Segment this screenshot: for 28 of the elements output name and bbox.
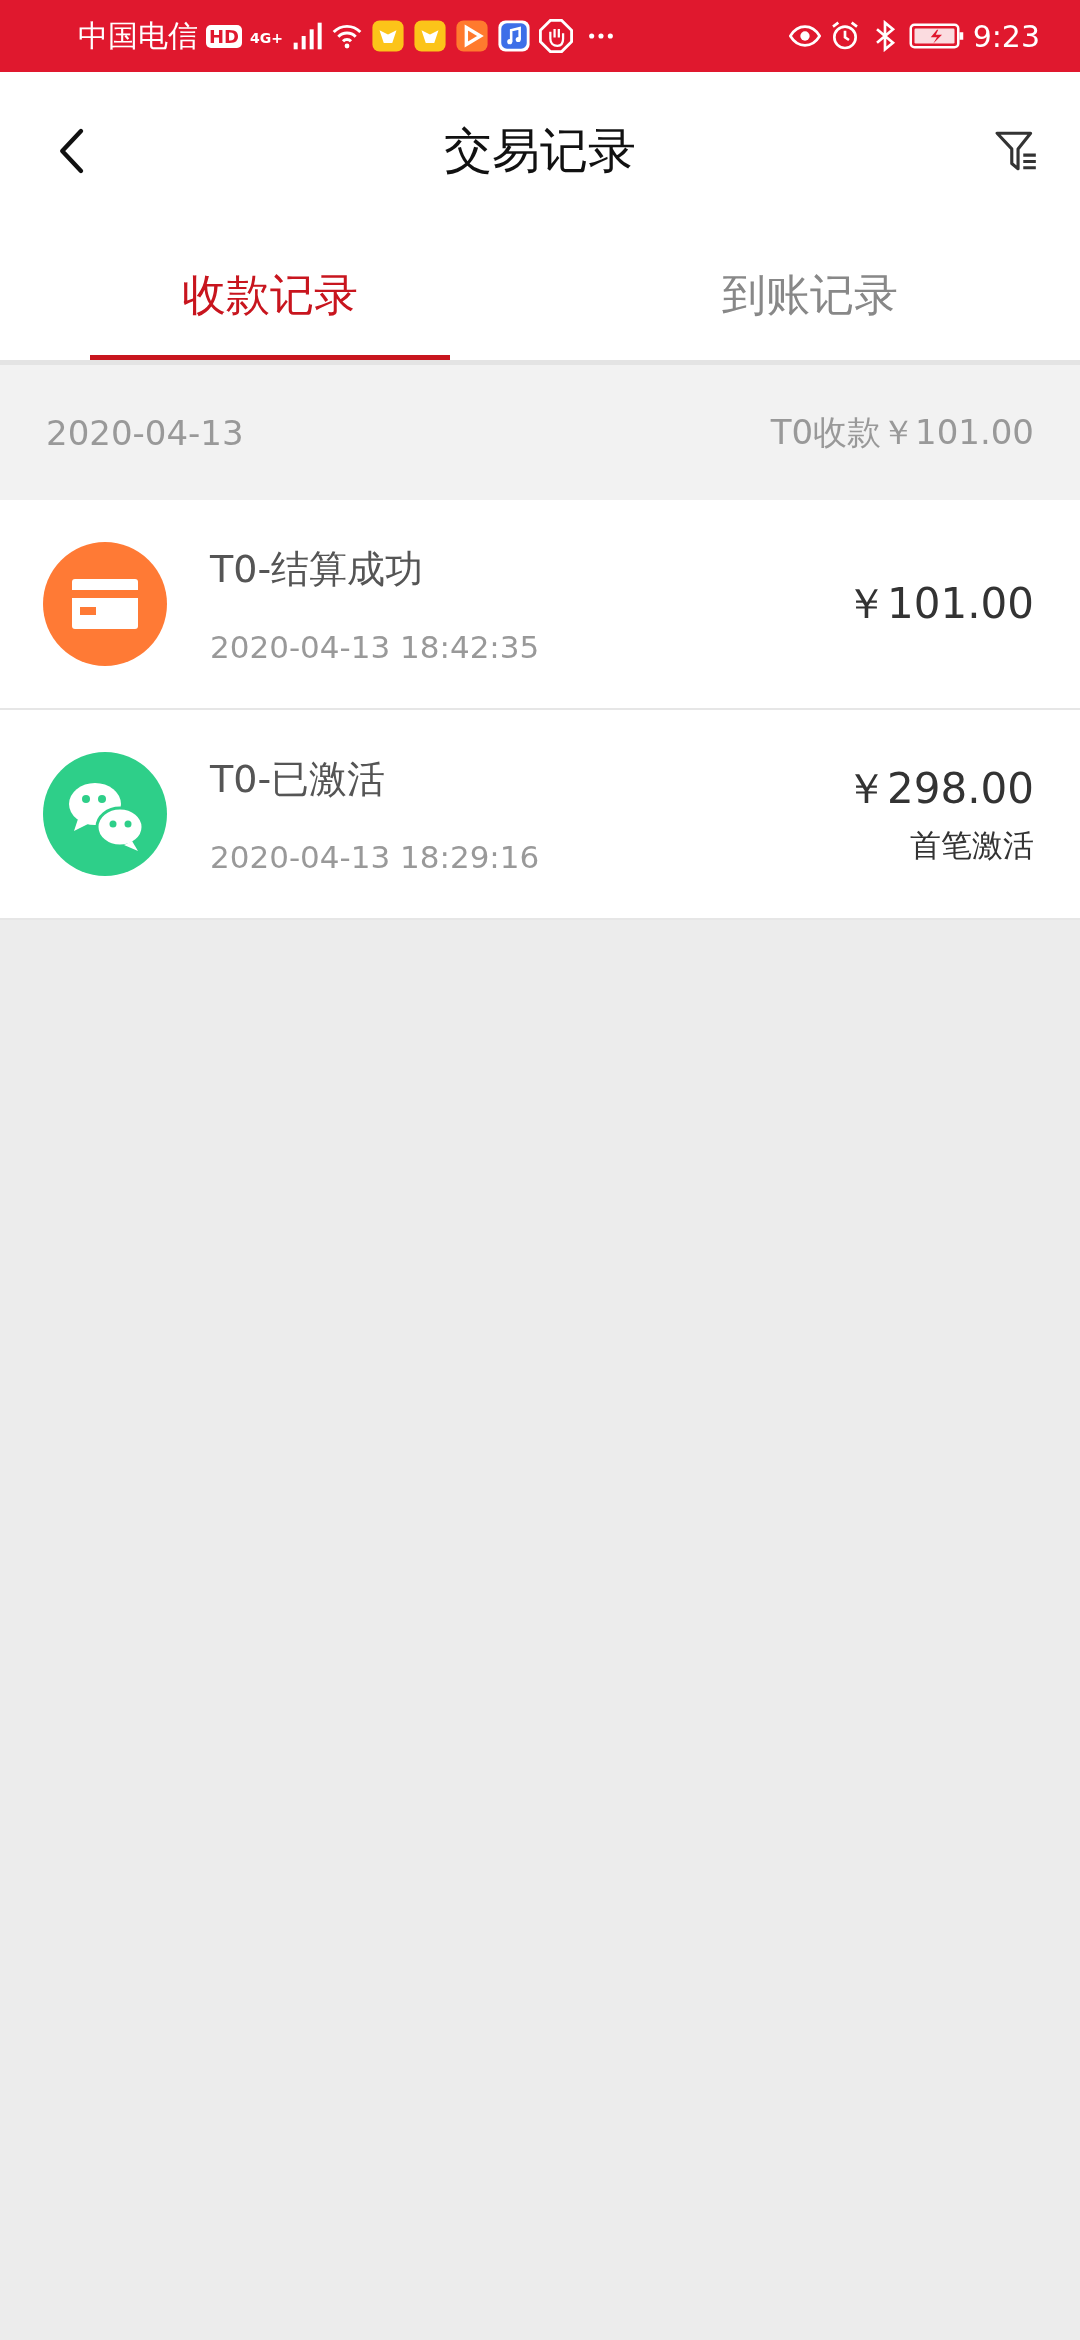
music-app-icon: [497, 19, 531, 53]
network-type: 4G+: [250, 29, 283, 46]
record-row[interactable]: T0-已激活 2020-04-13 18:29:16 ￥298.00 首笔激活: [0, 710, 1080, 920]
carrier-name: 中国电信: [78, 16, 198, 55]
record-amount: ￥101.00: [845, 578, 1034, 630]
group-date: 2020-04-13: [46, 412, 244, 453]
card-icon: [40, 539, 170, 669]
battery-icon: [908, 21, 965, 51]
record-note: 首笔激活: [910, 826, 1034, 865]
record-amount: ￥298.00: [845, 763, 1034, 815]
chat-bubbles-icon: [40, 749, 170, 879]
group-summary: T0收款￥101.00: [770, 410, 1034, 454]
more-icon: [587, 31, 615, 41]
clock-time: 9:23: [972, 18, 1040, 54]
play-app-icon: [455, 19, 489, 53]
record-time: 2020-04-13 18:29:16: [210, 838, 541, 875]
app-icon: [413, 19, 447, 53]
app-icon: [371, 19, 405, 53]
page-title: 交易记录: [444, 121, 636, 180]
hand-stop-icon: [539, 19, 573, 53]
record-time: 2020-04-13 18:42:35: [210, 628, 541, 665]
record-row[interactable]: T0-结算成功 2020-04-13 18:42:35 ￥101.00: [0, 500, 1080, 710]
signal-icon: [291, 20, 323, 52]
record-title: T0-已激活: [210, 755, 387, 803]
hd-badge: HD: [206, 24, 242, 48]
record-title: T0-结算成功: [210, 545, 425, 593]
tab[interactable]: 到账记录: [540, 230, 1080, 360]
tab[interactable]: 收款记录: [0, 230, 540, 360]
